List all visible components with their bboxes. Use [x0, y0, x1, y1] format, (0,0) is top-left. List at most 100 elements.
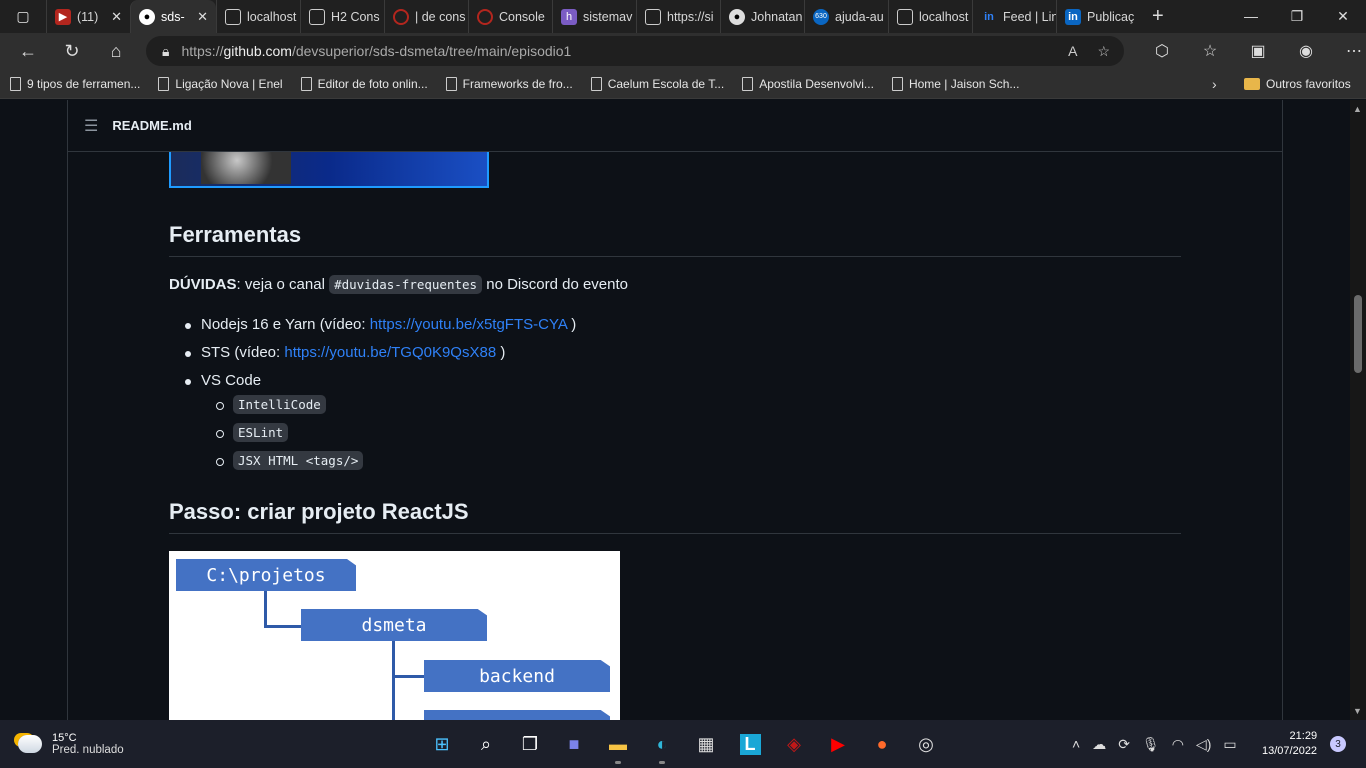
tab-feed-linkedin[interactable]: in Feed | Lin [972, 0, 1056, 33]
chevron-right-icon[interactable]: › [1212, 76, 1217, 92]
task-view-icon[interactable]: ❐ [508, 724, 552, 764]
list-icon[interactable]: ☰ [84, 116, 98, 136]
profile-avatar[interactable]: ◉ [1284, 41, 1328, 61]
banner-photo [201, 150, 291, 184]
video-link[interactable]: https://youtu.be/x5tgFTS-CYA [370, 316, 567, 333]
clock-time: 21:29 [1289, 730, 1318, 742]
onedrive-icon[interactable]: ☁ [1092, 736, 1106, 753]
bookmark-label: Caelum Escola de T... [607, 76, 725, 91]
video-link[interactable]: https://youtu.be/TGQ0K9QsX88 [284, 344, 496, 361]
tab-sistemav[interactable]: h sistemav [552, 0, 636, 33]
system-tray: ˄ ☁ ⟳ 🎙︎ ◠ ◁) ▭ [1072, 736, 1237, 753]
new-tab-icon[interactable]: + [1140, 5, 1176, 28]
url-field[interactable]: 🔒︎ https://github.com/devsuperior/sds-ds… [146, 36, 1124, 66]
red-circle-icon [477, 8, 493, 25]
bookmark-item[interactable]: Home | Jaison Sch... [891, 76, 1019, 91]
collections-icon[interactable]: ▣ [1236, 41, 1280, 61]
taskbar-apps: ⊞ ⌕ ❐ ■ ▬ ◐ ▦ L ◈ ▶ ● ◎ [420, 724, 948, 764]
add-favorite-icon[interactable]: ☆ [1097, 43, 1110, 60]
l-app-icon[interactable]: L [728, 724, 772, 764]
windows-start-icon[interactable]: ⊞ [420, 724, 464, 764]
tab-h2-console[interactable]: H2 Cons [300, 0, 384, 33]
item-text: VS Code [201, 372, 262, 389]
extensions-icon[interactable]: ⬡ [1140, 41, 1184, 61]
linkedin-icon: in [1065, 8, 1081, 25]
notification-badge[interactable]: 3 [1330, 736, 1346, 752]
teams-chat-icon[interactable]: ■ [552, 724, 596, 764]
bookmark-item[interactable]: Editor de foto onlin... [300, 76, 428, 91]
github-icon: ● [139, 8, 155, 25]
clock[interactable]: 21:29 13/07/2022 [1262, 729, 1317, 759]
linkedin-icon: in [984, 10, 994, 23]
tab-youtube[interactable]: ▶ (11) ✕ [46, 0, 130, 33]
minimize-icon[interactable]: — [1228, 8, 1274, 25]
read-aloud-icon[interactable]: A [1068, 43, 1077, 60]
bookmark-item[interactable]: Ligação Nova | Enel [158, 76, 283, 91]
restore-icon[interactable]: ❐ [1274, 8, 1320, 25]
tab-de-cons[interactable]: | de cons [384, 0, 468, 33]
favorites-icon[interactable]: ☆ [1188, 41, 1232, 61]
list-item: VS Code [184, 372, 262, 389]
bookmark-item[interactable]: Caelum Escola de T... [590, 76, 725, 91]
scroll-down-icon[interactable]: ▼ [1353, 706, 1362, 716]
tab-ajuda[interactable]: 630 ajuda-au [804, 0, 888, 33]
weather-widget[interactable]: 15°C Pred. nublado [18, 732, 124, 756]
refresh-icon[interactable]: ↻ [50, 33, 94, 69]
tab-title: sds- [161, 9, 185, 24]
obs-icon[interactable]: ◎ [904, 724, 948, 764]
other-favorites-label: Outros favoritos [1266, 76, 1351, 91]
tab-https[interactable]: https://si [636, 0, 720, 33]
search-icon[interactable]: ⌕ [464, 724, 508, 764]
file-explorer-icon[interactable]: ▬ [596, 724, 640, 764]
chevron-up-icon[interactable]: ˄ [1072, 736, 1080, 752]
microphone-icon[interactable]: 🎙︎ [1142, 736, 1160, 753]
mcafee-icon[interactable]: ◈ [772, 724, 816, 764]
tab-github-active[interactable]: ● sds- ✕ [130, 0, 216, 33]
running-indicator [659, 761, 665, 764]
volume-icon[interactable]: ◁) [1196, 736, 1211, 753]
readme-header: ☰ README.md [68, 100, 1282, 152]
tab-actions-icon[interactable]: ▢ [0, 0, 46, 33]
clock-date: 13/07/2022 [1262, 745, 1318, 757]
more-menu-icon[interactable]: ⋯ [1332, 41, 1366, 61]
page-icon [742, 76, 754, 91]
diagram-connector [392, 675, 425, 678]
home-icon[interactable]: ⌂ [94, 33, 138, 69]
other-favorites[interactable]: Outros favoritos [1244, 77, 1351, 91]
tab-title: Feed | Lin [1003, 9, 1056, 24]
youtube-app-icon[interactable]: ▶ [816, 724, 860, 764]
bookmark-label: Ligação Nova | Enel [175, 76, 283, 91]
bookmark-item[interactable]: 9 tipos de ferramen... [10, 76, 141, 91]
tab-console[interactable]: Console [468, 0, 552, 33]
edge-icon[interactable]: ◐ [640, 724, 684, 764]
battery-icon[interactable]: ▭ [1223, 736, 1236, 753]
close-window-icon[interactable]: ✕ [1320, 8, 1366, 25]
sync-icon[interactable]: ⟳ [1118, 736, 1130, 753]
diagram-leaf-box: backend [424, 660, 610, 692]
compass-app-icon[interactable]: ● [860, 724, 904, 764]
tab-title: localhost [247, 9, 297, 24]
page-scrollbar[interactable]: ▲ ▼ [1350, 100, 1366, 720]
tab-publicacao[interactable]: in Publicaç [1056, 0, 1140, 33]
scroll-thumb[interactable] [1354, 295, 1362, 373]
store-icon[interactable]: ▦ [684, 724, 728, 764]
running-indicator [615, 761, 621, 764]
tab-localhost-2[interactable]: localhost [888, 0, 972, 33]
bookmark-label: 9 tipos de ferramen... [27, 76, 141, 91]
scroll-up-icon[interactable]: ▲ [1353, 104, 1362, 114]
url-host: github.com [223, 43, 292, 59]
readme-container: ☰ README.md Ferramentas DÚVIDAS: veja o … [67, 100, 1283, 720]
wifi-icon[interactable]: ◠ [1172, 736, 1184, 753]
diagram-connector [264, 591, 267, 628]
back-icon[interactable]: ← [6, 33, 50, 69]
tab-localhost[interactable]: localhost [216, 0, 300, 33]
tab-johnatan[interactable]: ● Johnatan [720, 0, 804, 33]
bookmark-label: Frameworks de fro... [462, 76, 573, 91]
bookmark-item[interactable]: Frameworks de fro... [445, 76, 573, 91]
diagram-connector [264, 625, 304, 628]
close-icon[interactable]: ✕ [111, 9, 122, 25]
close-icon[interactable]: ✕ [197, 9, 208, 25]
list-item: STS (vídeo: https://youtu.be/TGQ0K9QsX88… [184, 344, 505, 361]
lock-icon: 🔒︎ [162, 42, 170, 59]
bookmark-item[interactable]: Apostila Desenvolvi... [742, 76, 874, 91]
